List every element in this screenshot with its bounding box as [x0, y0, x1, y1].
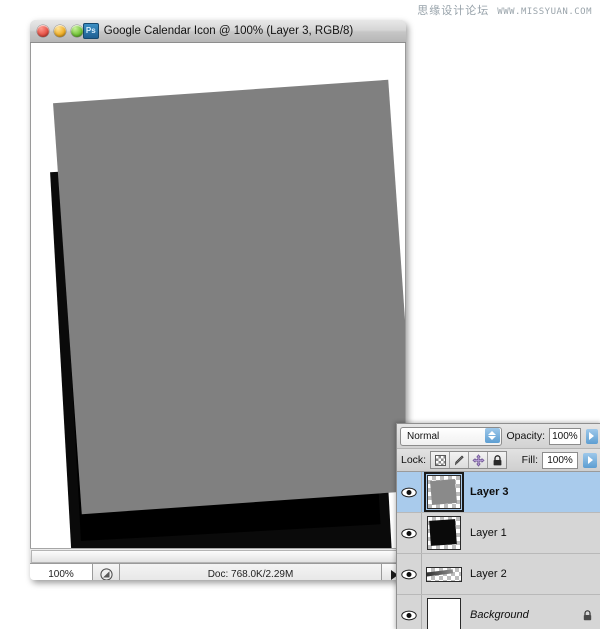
layer-visibility-toggle[interactable] [397, 554, 422, 594]
blend-mode-row: Normal Opacity: 100% [397, 424, 600, 449]
lock-button-group [430, 451, 508, 469]
layer-row[interactable]: Layer 1 [397, 513, 600, 554]
lock-transparent-pixels-button[interactable] [431, 452, 451, 468]
layer-name[interactable]: Layer 1 [466, 527, 573, 539]
blend-mode-value: Normal [407, 430, 440, 442]
close-icon[interactable] [37, 25, 49, 37]
lock-image-pixels-button[interactable] [450, 452, 470, 468]
watermark: 思缘设计论坛 WWW.MISSYUAN.COM [417, 2, 592, 18]
window-controls [37, 25, 83, 37]
watermark-url-text: WWW.MISSYUAN.COM [497, 7, 592, 17]
artwork-gray-shape [53, 79, 405, 515]
chevron-up-icon [488, 431, 497, 435]
eye-icon [401, 610, 417, 620]
lock-icon [583, 609, 591, 620]
layer-row[interactable]: Layer 2 [397, 554, 600, 595]
zoom-level-field[interactable]: 100% [30, 564, 93, 580]
maximize-icon[interactable] [71, 25, 83, 37]
chevron-down-icon [488, 436, 497, 440]
layer-lock-indicator [573, 609, 600, 622]
thumbnail-shape [430, 478, 457, 506]
layer-thumbnail[interactable] [427, 516, 461, 550]
thumbnail-shape [429, 519, 457, 546]
layer-thumbnail-cell[interactable] [422, 566, 466, 582]
photoshop-icon: Ps [82, 23, 99, 39]
layer-visibility-toggle[interactable] [397, 472, 422, 512]
opacity-slider-button[interactable] [585, 428, 598, 444]
scrollbar-track[interactable] [31, 549, 405, 563]
window-titlebar[interactable]: Ps Google Calendar Icon @ 100% (Layer 3,… [30, 20, 406, 43]
canvas-area[interactable] [30, 43, 406, 548]
photoshop-document-window: Ps Google Calendar Icon @ 100% (Layer 3,… [30, 20, 406, 580]
document-preview-icon[interactable] [93, 564, 120, 580]
fill-label: Fill: [521, 454, 538, 466]
fill-input[interactable]: 100% [542, 451, 578, 469]
checkerboard-icon [434, 454, 446, 466]
minimize-icon[interactable] [54, 25, 66, 37]
window-title: Google Calendar Icon @ 100% (Layer 3, RG… [103, 25, 354, 37]
layer-row[interactable]: Layer 3 [397, 472, 600, 513]
lock-label: Lock: [401, 454, 427, 466]
layer-name[interactable]: Layer 3 [466, 486, 573, 498]
eye-icon [401, 528, 417, 538]
layer-name[interactable]: Background [466, 609, 573, 621]
layer-visibility-toggle[interactable] [397, 513, 422, 553]
layer-thumbnail-cell[interactable] [422, 472, 466, 512]
triangle-right-icon [589, 432, 595, 440]
chevron-updown-icon[interactable] [484, 428, 500, 443]
window-title-group: Ps Google Calendar Icon @ 100% (Layer 3,… [82, 23, 354, 39]
layer-thumbnail[interactable] [424, 472, 464, 512]
fill-slider-button[interactable] [583, 452, 597, 468]
document-status-bar: 100% Doc: 768.0K/2.29M [30, 563, 406, 580]
layer-thumbnail[interactable] [427, 598, 461, 629]
lock-row: Lock: Fill: 100% [397, 449, 600, 472]
eye-icon [401, 487, 417, 497]
layer-row[interactable]: Background [397, 595, 600, 629]
layer-thumbnail-cell[interactable] [422, 598, 466, 629]
eye-icon [401, 569, 417, 579]
opacity-label: Opacity: [506, 430, 545, 442]
opacity-input[interactable]: 100% [549, 427, 581, 445]
layer-visibility-toggle[interactable] [397, 595, 422, 629]
lock-all-button[interactable] [488, 452, 507, 468]
layer-thumbnail-cell[interactable] [422, 516, 466, 550]
thumbnail-shape [427, 568, 454, 577]
screenshot-root: 思缘设计论坛 WWW.MISSYUAN.COM Ps Google Calend… [0, 0, 600, 629]
layer-thumbnail[interactable] [426, 566, 462, 582]
layers-list: Layer 3 Layer 1 Layer 2 Background [397, 472, 600, 629]
layer-name[interactable]: Layer 2 [466, 568, 573, 580]
lock-position-button[interactable] [469, 452, 489, 468]
watermark-chinese-text: 思缘设计论坛 [417, 5, 490, 17]
horizontal-scrollbar[interactable] [30, 548, 406, 563]
triangle-right-icon [587, 456, 593, 464]
document-size-info: Doc: 768.0K/2.29M [120, 564, 382, 580]
blend-mode-select[interactable]: Normal [400, 426, 503, 446]
layers-panel: Normal Opacity: 100% Lock: Fill: 100% La… [396, 423, 600, 629]
